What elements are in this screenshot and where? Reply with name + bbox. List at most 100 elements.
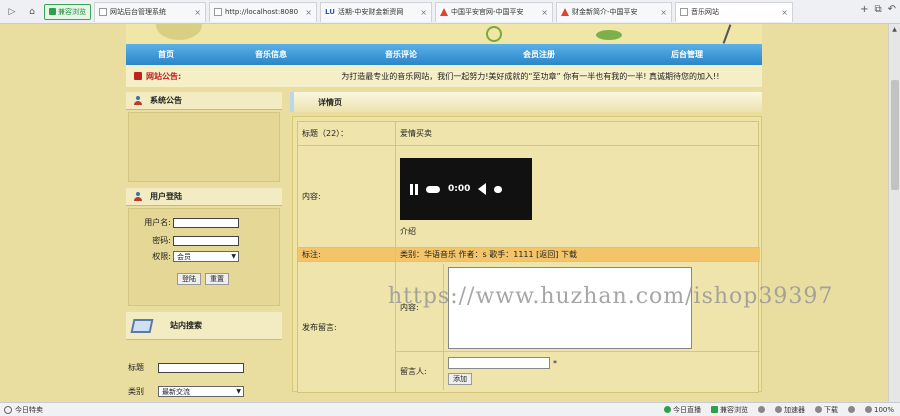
search-type-label: 类别 [128,387,144,396]
speaker-icon [134,72,142,80]
volume-slider[interactable] [494,185,503,193]
site-banner [126,24,762,44]
zoom-icon [864,406,872,413]
login-form: 用户名: 密码: 权限: 会员 ▼ 登陆 重置 [128,208,280,306]
login-header: 用户登陆 [126,188,282,206]
live-button[interactable]: 今日直播 [663,405,701,415]
compat-status-button[interactable]: 兼容浏览 [710,405,748,415]
username-input[interactable] [173,217,239,228]
compat-mode-icon [49,8,56,15]
search-title-label: 标题 [128,363,144,372]
volume-icon[interactable] [478,183,487,195]
detail-table: 标题（22）： 爱情买卖 内容: 0:00 介绍 标注: 类别：华语音乐 作者：… [297,121,760,393]
triangle-icon [561,8,569,16]
close-icon[interactable]: × [194,8,201,17]
close-icon[interactable]: × [781,8,788,17]
close-icon[interactable]: × [305,8,312,17]
notice-label: 网站公告: [146,71,182,81]
audio-player[interactable]: 0:00 [400,158,532,220]
permission-select[interactable]: 会员 ▼ [173,251,239,262]
download-button[interactable]: 下载 [814,405,838,415]
nav-register[interactable]: 会员注册 [466,49,612,60]
content-row: 内容: 0:00 介绍 [298,146,760,248]
tab-lu[interactable]: LU 活期-中安财金新资网 × [320,1,432,22]
player-time: 0:00 [448,184,471,194]
scroll-thumb[interactable] [891,80,899,190]
password-input[interactable] [173,235,239,246]
announcement-body [128,112,280,182]
nav-music-info[interactable]: 音乐信息 [206,49,336,60]
compat-mode-icon [710,406,718,413]
user-icon [134,192,142,201]
forward-icon[interactable]: ▷ [4,4,20,20]
nav-music-comments[interactable]: 音乐评论 [336,49,466,60]
tab-pingan-2[interactable]: 财金新简介-中国平安 × [556,1,672,22]
scroll-up-icon[interactable]: ▲ [889,24,900,34]
home-icon[interactable]: ⌂ [24,4,40,20]
share-icon [757,406,765,413]
remark-row: 标注: 类别：华语音乐 作者：s 歌手：1111 [返回] 下载 [298,248,760,262]
page-icon [214,8,222,16]
status-left: 今日特卖 [4,405,43,415]
password-label: 密码: [152,236,171,245]
main-nav: 首页 音乐信息 音乐评论 会员注册 后台管理 [126,44,762,65]
close-icon[interactable]: × [420,8,427,17]
undo-icon[interactable]: ↶ [888,4,896,15]
accelerator-button[interactable]: 加速器 [774,405,805,415]
search-type-select[interactable]: 最新交流 ▼ [158,386,244,397]
search-header: 站内搜索 [126,312,282,340]
banner-decoration [722,24,732,44]
monitor-icon [130,318,154,333]
play-icon [663,406,671,413]
remark-value[interactable]: 类别：华语音乐 作者：s 歌手：1111 [返回] 下载 [396,248,760,261]
rocket-icon [774,406,782,413]
scrub-handle[interactable] [426,185,440,193]
banner-decoration [156,24,202,40]
share-button[interactable] [757,406,765,413]
browser-status-bar: 今日特卖 今日直播 兼容浏览 加速器 下载 100% [0,402,900,416]
remark-label: 标注: [298,248,396,261]
close-icon[interactable]: × [660,8,667,17]
title-label: 标题（22）： [298,122,396,145]
detail-header: 详情页 [290,92,762,112]
sound-button[interactable] [847,406,855,413]
left-column: 系统公告 用户登陆 用户名: 密码: 权限: 会员 ▼ 登陆 重置 站内搜索 标题 … [126,92,282,397]
tab-admin[interactable]: 网站后台管理系统 × [94,1,206,22]
nav-admin[interactable]: 后台管理 [612,49,762,60]
commenter-row: 留言人: * 添加 [396,352,760,390]
watermark: https://www.huzhan.com/ishop39397 [388,284,834,309]
banner-decoration [486,26,502,42]
zoom-control[interactable]: 100% [864,406,894,414]
download-icon [814,406,822,413]
speaker-icon [847,406,855,413]
new-tab-icon[interactable]: + [860,4,868,15]
restore-icon[interactable]: ⧉ [874,4,881,15]
comment-label: 发布留言: [298,262,396,392]
add-comment-button[interactable]: 添加 [448,373,472,385]
banner-decoration [596,30,622,40]
close-icon[interactable]: × [541,8,548,17]
login-button[interactable]: 登陆 [177,273,201,285]
tab-pingan-1[interactable]: 中国平安官网-中国平安 × [435,1,553,22]
site-container: 首页 音乐信息 音乐评论 会员注册 后台管理 网站公告: 为打造最专业的音乐网站… [126,24,762,397]
detail-panel: 标题（22）： 爱情买卖 内容: 0:00 介绍 标注: 类别：华语音乐 作者：… [292,116,762,393]
page-scrollbar[interactable]: ▲ [888,24,900,402]
title-value: 爱情买卖 [400,129,432,138]
compat-mode-button[interactable]: 兼容浏览 [44,3,91,20]
chevron-down-icon: ▼ [231,253,236,260]
tab-localhost[interactable]: http://localhost:8080 × [209,1,317,22]
browser-tab-bar: ▷ ⌂ 兼容浏览 网站后台管理系统 × http://localhost:8080… [0,0,900,24]
nav-home[interactable]: 首页 [126,49,206,60]
commenter-label: 留言人: [396,352,444,390]
intro-text: 介绍 [400,227,416,236]
username-label: 用户名: [144,218,171,227]
site-search-box: 站内搜索 标题 类别 最新交流 ▼ [126,312,282,416]
commenter-input[interactable] [448,357,550,369]
notice-marquee: 为打造最专业的音乐网站，我们一起努力!美好成就的“至功章” 你有一半也有我的一半… [341,71,720,81]
search-title-input[interactable] [158,362,244,373]
pause-icon[interactable] [410,183,418,195]
reset-button[interactable]: 重置 [205,273,229,285]
required-mark: * [553,358,557,368]
tab-music-site[interactable]: 音乐网站 × [675,1,793,22]
user-icon [134,96,142,105]
